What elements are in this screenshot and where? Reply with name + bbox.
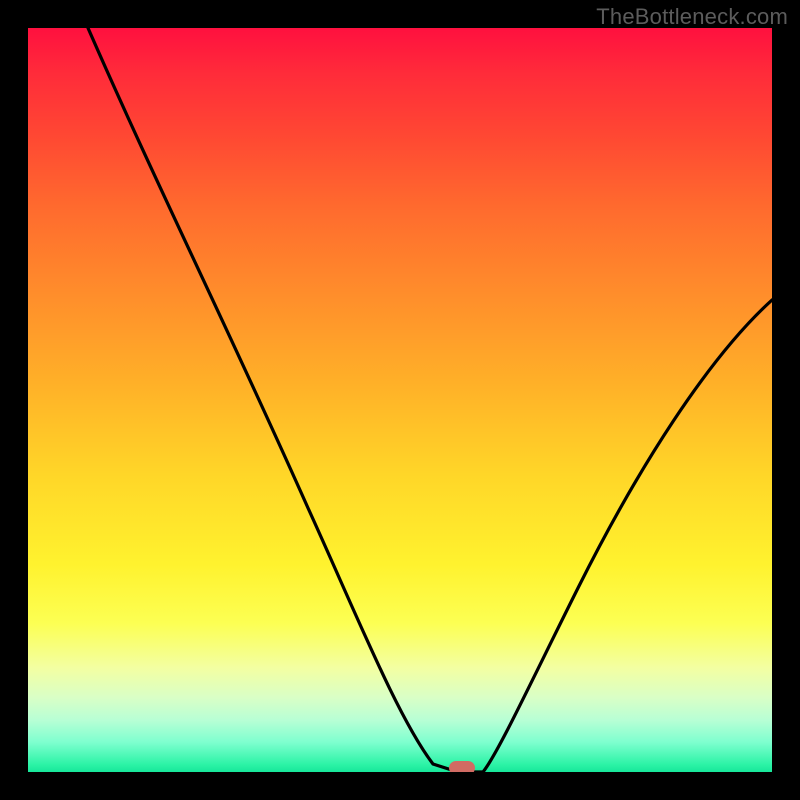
bottleneck-curve [28, 28, 772, 772]
watermark-text: TheBottleneck.com [596, 4, 788, 30]
plot-area [28, 28, 772, 772]
chart-frame: TheBottleneck.com [0, 0, 800, 800]
curve-path [88, 28, 772, 772]
optimal-point-marker [449, 761, 475, 772]
